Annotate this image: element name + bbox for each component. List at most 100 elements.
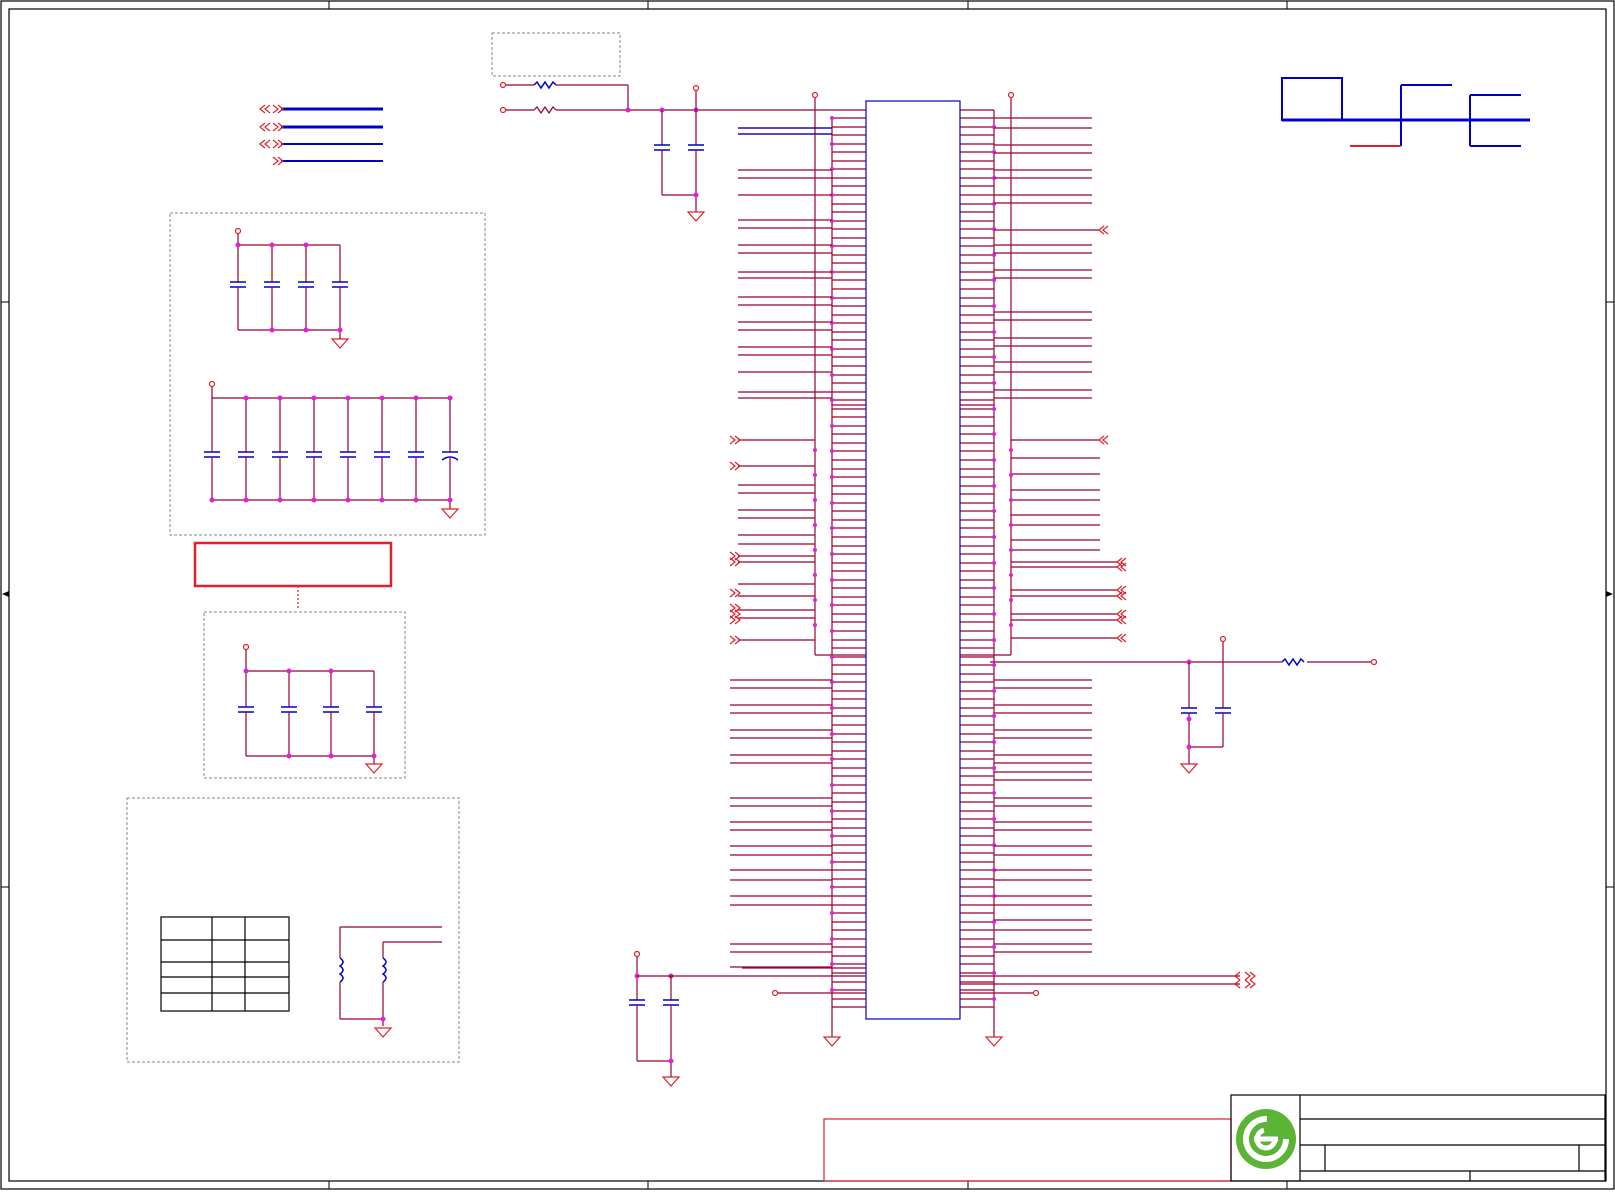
junction-dot bbox=[1009, 523, 1013, 527]
junction-dot bbox=[992, 304, 996, 308]
ic-body bbox=[865, 100, 961, 1020]
junction-dot bbox=[992, 945, 996, 949]
offpage-connector bbox=[1116, 633, 1127, 643]
strap-config-box bbox=[126, 797, 460, 1063]
junction-dot bbox=[813, 598, 817, 602]
junction-dot bbox=[830, 809, 834, 813]
junction-dot bbox=[992, 407, 996, 411]
junction-dot bbox=[1009, 623, 1013, 627]
junction-dot bbox=[277, 497, 283, 503]
junction-dot bbox=[992, 458, 996, 462]
junction-dot bbox=[447, 395, 453, 401]
offpage-connector bbox=[729, 603, 741, 613]
offpage-connector bbox=[1098, 435, 1109, 445]
junction-dot bbox=[992, 740, 996, 744]
junction-dot bbox=[413, 497, 419, 503]
junction-dot bbox=[992, 766, 996, 770]
offpage-connector bbox=[1098, 225, 1109, 235]
offpage-connector bbox=[1116, 562, 1127, 572]
junction-dot bbox=[830, 629, 834, 633]
junction-dot bbox=[813, 448, 817, 452]
junction-dot bbox=[830, 552, 834, 556]
junction-dot bbox=[830, 373, 834, 377]
junction-dot bbox=[992, 561, 996, 565]
junction-dot bbox=[992, 971, 996, 975]
junction-dot bbox=[830, 757, 834, 761]
notes-box bbox=[823, 1118, 1232, 1182]
junction-dot bbox=[209, 497, 215, 503]
junction-dot bbox=[992, 586, 996, 590]
power-port bbox=[1032, 989, 1040, 997]
junction-dot bbox=[1009, 598, 1013, 602]
junction-dot bbox=[813, 498, 817, 502]
junction-dot bbox=[1009, 448, 1013, 452]
input-resistors bbox=[491, 32, 866, 222]
junction-dot bbox=[830, 988, 834, 992]
junction-dot bbox=[992, 381, 996, 385]
junction-dot bbox=[813, 623, 817, 627]
junction-dot bbox=[992, 253, 996, 257]
junction-dot bbox=[992, 817, 996, 821]
junction-dot bbox=[379, 497, 385, 503]
junction-dot bbox=[992, 330, 996, 334]
junction-dot bbox=[830, 449, 834, 453]
junction-dot bbox=[813, 473, 817, 477]
junction-dot bbox=[992, 535, 996, 539]
junction-dot bbox=[992, 612, 996, 616]
junction-dot bbox=[379, 395, 385, 401]
schematic-sheet bbox=[0, 0, 1615, 1190]
junction-dot bbox=[311, 395, 317, 401]
junction-dot bbox=[992, 484, 996, 488]
junction-dot bbox=[830, 860, 834, 864]
junction-dot bbox=[830, 501, 834, 505]
junction-dot bbox=[992, 689, 996, 693]
junction-dot bbox=[830, 937, 834, 941]
config-table bbox=[160, 916, 290, 1012]
junction-dot bbox=[813, 523, 817, 527]
junction-dot bbox=[830, 475, 834, 479]
offpage-connector bbox=[729, 615, 741, 625]
junction-dot bbox=[830, 655, 834, 659]
junction-dot bbox=[992, 791, 996, 795]
junction-dot bbox=[830, 732, 834, 736]
junction-dot bbox=[992, 997, 996, 1001]
junction-dot bbox=[992, 638, 996, 642]
junction-dot bbox=[813, 573, 817, 577]
decoupling-group-1 bbox=[169, 212, 486, 536]
junction-dot bbox=[830, 962, 834, 966]
junction-dot bbox=[243, 395, 249, 401]
junction-dot bbox=[830, 911, 834, 915]
red-note-callout bbox=[193, 541, 393, 610]
junction-dot bbox=[830, 116, 834, 120]
bus-connectors-topleft bbox=[259, 104, 383, 166]
junction-dot bbox=[830, 885, 834, 889]
junction-dot bbox=[277, 395, 283, 401]
junction-dot bbox=[992, 355, 996, 359]
junction-dot bbox=[447, 497, 453, 503]
junction-dot bbox=[830, 142, 834, 146]
junction-dot bbox=[345, 497, 351, 503]
junction-dot bbox=[830, 706, 834, 710]
power-port bbox=[1007, 91, 1015, 99]
junction-dot bbox=[1009, 548, 1013, 552]
junction-dot bbox=[992, 432, 996, 436]
junction-dot bbox=[813, 548, 817, 552]
title-block bbox=[1230, 1094, 1606, 1182]
ground-symbol bbox=[822, 1036, 842, 1047]
junction-dot bbox=[413, 395, 419, 401]
company-logo bbox=[1236, 1109, 1296, 1169]
schematic-canvas bbox=[0, 0, 1615, 1190]
main-ic bbox=[729, 91, 1256, 1047]
decoupling-group-3 bbox=[203, 611, 406, 779]
junction-dot bbox=[1009, 498, 1013, 502]
ground-symbol bbox=[984, 1036, 1004, 1047]
junction-dot bbox=[1009, 573, 1013, 577]
power-port bbox=[811, 91, 819, 99]
junction-dot bbox=[345, 395, 351, 401]
junction-dot bbox=[992, 663, 996, 667]
bottom-supply-caps bbox=[629, 950, 866, 1087]
block-diagram-mark bbox=[1281, 77, 1530, 147]
junction-dot bbox=[830, 578, 834, 582]
junction-dot bbox=[992, 509, 996, 513]
junction-dot bbox=[992, 714, 996, 718]
